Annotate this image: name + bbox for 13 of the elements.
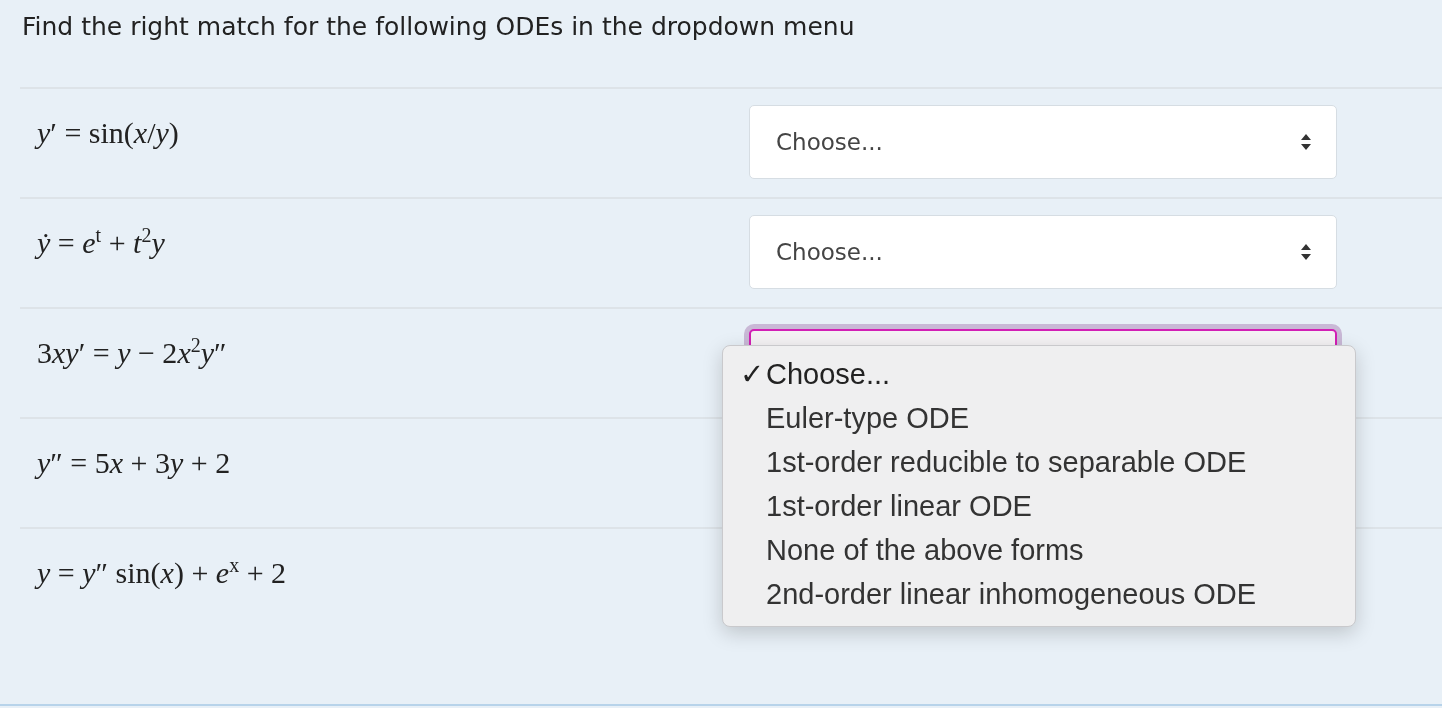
menu-option[interactable]: Euler-type ODE xyxy=(723,396,1355,440)
menu-option[interactable]: None of the above forms xyxy=(723,528,1355,572)
up-down-arrows-icon xyxy=(1300,132,1312,152)
menu-option[interactable]: 2nd-order linear inhomogeneous ODE xyxy=(723,572,1355,616)
question-prompt: Find the right match for the following ODEs in the dropdown menu xyxy=(21,11,856,43)
up-down-arrows-icon xyxy=(1300,242,1312,262)
menu-option[interactable]: 1st-order linear ODE xyxy=(723,484,1355,528)
menu-option[interactable]: 1st-order reducible to separable ODE xyxy=(723,440,1355,484)
dropdown-select[interactable]: Choose... xyxy=(749,105,1337,179)
dropdown-select[interactable]: Choose... xyxy=(749,215,1337,289)
menu-option[interactable]: ✓Choose... xyxy=(723,352,1355,396)
equation: 3xy′ = y − 2x$^{2}$y″ xyxy=(37,335,227,371)
checkmark: ✓ xyxy=(739,357,765,391)
